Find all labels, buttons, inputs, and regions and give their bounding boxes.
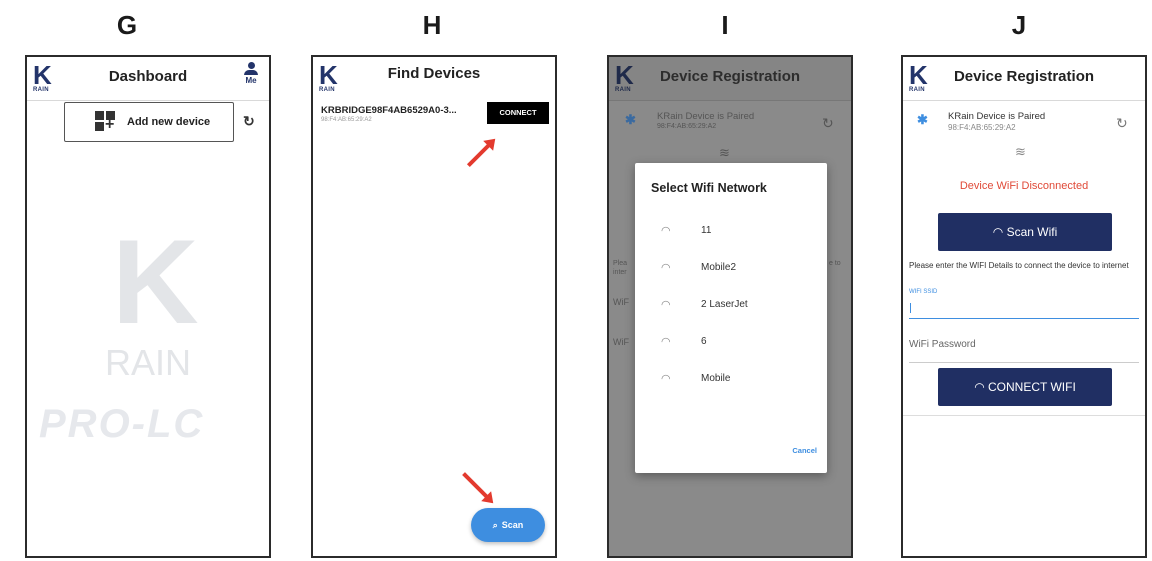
wifi-icon: ◠ — [974, 380, 989, 394]
search-icon: ⌕ — [492, 520, 498, 530]
app-bar: K RAIN Device Registration — [903, 57, 1145, 101]
bluetooth-icon: ✱ — [625, 112, 636, 127]
instruction-text: Please enter the WIFI Details to connect… — [909, 261, 1129, 270]
paired-status: KRain Device is Paired — [948, 111, 1046, 122]
password-placeholder: WiFi Password — [909, 339, 976, 350]
profile-label: Me — [245, 76, 257, 85]
add-device-label: Add new device — [127, 116, 211, 128]
pointer-arrow — [466, 141, 493, 168]
scan-wifi-button[interactable]: ◠ Scan Wifi — [938, 213, 1112, 251]
network-name: 6 — [701, 336, 707, 347]
divider — [903, 415, 1145, 416]
scan-wifi-label: Scan Wifi — [1006, 225, 1058, 239]
logo-sub: RAIN — [615, 87, 631, 93]
scan-label: Scan — [501, 520, 524, 530]
phone-screen-find-devices: K RAIN Find Devices KRBRIDGE98F4AB6529A0… — [311, 55, 557, 558]
phone-screen-select-wifi: K RAIN Device Registration ✱ KRain Devic… — [607, 55, 853, 558]
wifi-off-icon: ≋ — [1015, 144, 1026, 159]
connect-wifi-button[interactable]: ◠ CONNECT WIFI — [938, 368, 1112, 406]
network-name: Mobile2 — [701, 262, 737, 273]
background-text: e to — [829, 260, 841, 267]
app-bar: K RAIN Find Devices — [313, 57, 555, 101]
panel-label-i: I — [721, 10, 729, 40]
paired-status: KRain Device is Paired — [657, 111, 755, 122]
ssid-input[interactable] — [909, 297, 1139, 319]
password-input[interactable]: WiFi Password — [909, 329, 1139, 363]
app-bar: K RAIN Dashboard Me — [27, 57, 269, 101]
background-text: inter — [613, 269, 627, 276]
watermark-logo: K — [112, 215, 199, 349]
connect-wifi-label: CONNECT WIFI — [988, 380, 1076, 394]
watermark-brand: RAIN — [105, 342, 192, 383]
wifi-icon: ◠ — [661, 262, 671, 274]
pointer-arrow — [462, 472, 491, 501]
refresh-icon[interactable]: ↻ — [243, 113, 255, 130]
panel-label-g: G — [116, 10, 138, 40]
wifi-icon: ◠ — [661, 373, 671, 385]
background-text: WiF — [613, 297, 629, 307]
wifi-icon: ◠ — [661, 299, 671, 311]
network-name: 11 — [701, 225, 712, 236]
logo-sub: RAIN — [319, 87, 335, 93]
add-device-icon: + — [95, 111, 117, 133]
page-title: Device Registration — [659, 68, 801, 85]
wifi-icon: ◠ — [992, 225, 1007, 239]
panel-label-h: H — [422, 10, 442, 40]
network-name: 2 LaserJet — [701, 299, 748, 310]
page-title: Find Devices — [387, 65, 481, 82]
network-name: Mobile — [701, 373, 731, 384]
phone-screen-device-registration: K RAIN Device Registration ✱ KRain Devic… — [901, 55, 1147, 558]
device-list-item[interactable]: KRBRIDGE98F4AB6529A0-3... 98:F4:AB:65:29… — [313, 101, 555, 135]
device-mac: 98:F4:AB:65:29:A2 — [321, 117, 372, 123]
logo-sub: RAIN — [909, 87, 925, 93]
page-title: Device Registration — [953, 68, 1095, 85]
paired-mac: 98:F4:AB:65:29:A2 — [657, 123, 717, 130]
background-text: Plea — [613, 260, 628, 267]
watermark-product: PRO-LC — [39, 402, 205, 446]
device-name: KRBRIDGE98F4AB6529A0-3... — [321, 105, 457, 116]
dialog-title: Select Wifi Network — [651, 181, 767, 195]
text-caret — [910, 303, 911, 313]
profile-button[interactable]: Me — [242, 62, 260, 85]
refresh-icon[interactable]: ↻ — [1116, 115, 1128, 132]
logo-sub: RAIN — [33, 87, 49, 93]
person-icon — [247, 62, 255, 69]
add-new-device-button[interactable]: + Add new device — [64, 102, 234, 142]
wifi-status-text: Device WiFi Disconnected — [959, 180, 1089, 192]
background-text: WiF — [613, 337, 629, 347]
wifi-icon: ◠ — [661, 225, 671, 237]
wifi-off-icon: ≋ — [719, 145, 730, 160]
wifi-icon: ◠ — [661, 336, 671, 348]
cancel-button[interactable]: Cancel — [792, 446, 817, 455]
phone-screen-dashboard: K RAIN Dashboard Me + Add new device ↻ K… — [25, 55, 271, 558]
refresh-icon: ↻ — [822, 115, 834, 131]
app-bar: K RAIN Device Registration — [609, 57, 851, 101]
connect-button[interactable]: CONNECT — [487, 102, 549, 124]
bluetooth-icon: ✱ — [917, 112, 928, 127]
ssid-label: WIFI SSID — [909, 289, 938, 295]
panel-label-j: J — [1011, 10, 1027, 40]
scan-button[interactable]: ⌕ Scan — [471, 508, 545, 542]
page-title: Dashboard — [108, 68, 188, 85]
person-icon-body — [244, 70, 258, 75]
select-wifi-dialog: Select Wifi Network ◠ 11 ◠ Mobile2 ◠ 2 L… — [635, 163, 827, 473]
paired-mac: 98:F4:AB:65:29:A2 — [948, 123, 1016, 132]
